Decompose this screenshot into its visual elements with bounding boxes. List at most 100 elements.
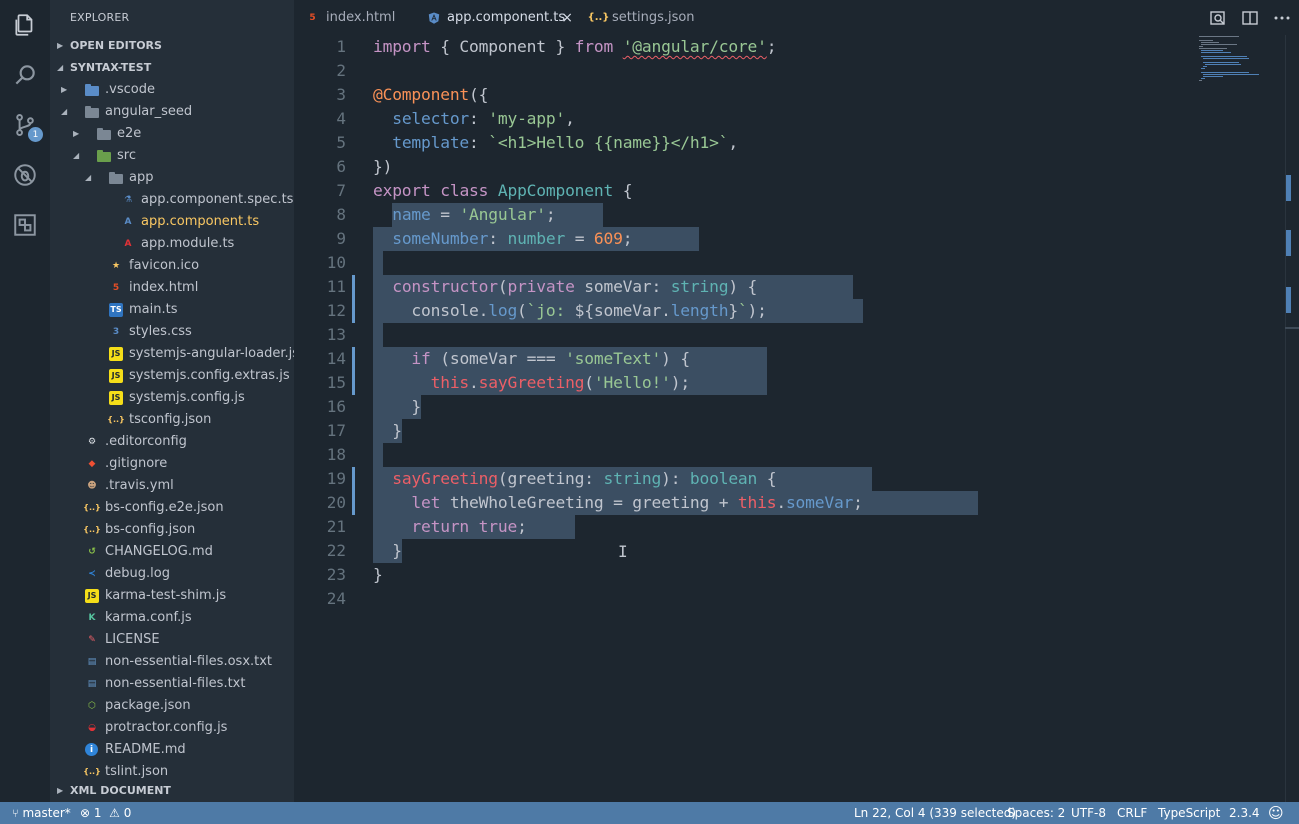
file-item[interactable]: ▤ non-essential-files.osx.txt [50, 651, 294, 673]
code-line[interactable]: someNumber: number = 609; [373, 227, 632, 251]
folder-green-icon [97, 149, 111, 163]
file-item[interactable]: {..} bs-config.json [50, 519, 294, 541]
tab-index-html[interactable]: 5 index.html [294, 0, 414, 35]
file-item[interactable]: ✎ LICENSE [50, 629, 294, 651]
file-item[interactable]: ☻ .travis.yml [50, 475, 294, 497]
indentation[interactable]: Spaces: 2 [1007, 802, 1065, 824]
file-item[interactable]: JS systemjs.config.js [50, 387, 294, 409]
code-token: sayGreeting [392, 469, 498, 488]
line-number: 10 [326, 253, 346, 272]
file-item[interactable]: ⚗ app.component.spec.ts [50, 189, 294, 211]
file-item[interactable]: ↺ CHANGELOG.md [50, 541, 294, 563]
code-line[interactable]: constructor(private someVar: string) { [373, 275, 757, 299]
tree-item-label: app [129, 170, 154, 185]
code-token: someVar: [574, 277, 671, 296]
file-item[interactable]: {..} bs-config.e2e.json [50, 497, 294, 519]
code-line[interactable]: template: `<h1>Hello {{name}}</h1>`, [373, 131, 738, 155]
chevron-right-icon: ▶ [73, 129, 80, 138]
code-line[interactable]: @Component({ [373, 83, 488, 107]
code-line[interactable]: this.sayGreeting('Hello!'); [373, 371, 691, 395]
code-line[interactable]: export class AppComponent { [373, 179, 633, 203]
code-line[interactable]: import { Component } from '@angular/core… [373, 35, 777, 59]
file-item[interactable]: 5 index.html [50, 277, 294, 299]
file-item[interactable]: TS main.ts [50, 299, 294, 321]
file-item[interactable]: JS karma-test-shim.js [50, 585, 294, 607]
extensions-icon[interactable] [0, 200, 50, 250]
warning-icon: ⚠ [105, 806, 120, 820]
code-token: ( [517, 301, 527, 320]
code-line[interactable]: } [373, 419, 402, 443]
file-item[interactable]: ⚙ .editorconfig [50, 431, 294, 453]
file-item[interactable]: 3 styles.css [50, 321, 294, 343]
open-preview-icon[interactable] [1209, 9, 1227, 27]
line-number: 23 [326, 565, 346, 584]
xml-document-section[interactable]: ▶ XML DOCUMENT [50, 780, 294, 802]
ts-version[interactable]: 2.3.4 [1229, 802, 1260, 824]
code-editor[interactable]: 1 2 3 4 5 6 7 8 9 10 11 12 13 14 15 16 17 18 19 20 21 22 23 24 … [294, 35, 1299, 802]
problems-indicator[interactable]: ⊗ 1 ⚠ 0 [80, 802, 131, 824]
code-token: ({ [469, 85, 489, 104]
code-line[interactable]: name = 'Angular'; [373, 203, 555, 227]
code-token: this [737, 493, 777, 512]
branch-indicator[interactable]: ⑂ master* [12, 802, 71, 824]
file-item[interactable]: JS systemjs-angular-loader.js [50, 343, 294, 365]
files-icon[interactable] [0, 0, 50, 50]
line-ending[interactable]: CRLF [1117, 802, 1147, 824]
more-actions-icon[interactable] [1273, 9, 1291, 27]
html5-icon: 5 [112, 283, 120, 293]
code-line[interactable]: if (someVar === 'someText') { [373, 347, 690, 371]
line-number: 14 [326, 349, 346, 368]
file-item[interactable]: ≺ debug.log [50, 563, 294, 585]
tree-item-label: tsconfig.json [129, 412, 212, 427]
file-item[interactable]: {..} tsconfig.json [50, 409, 294, 431]
split-editor-icon[interactable] [1241, 9, 1259, 27]
file-item[interactable]: Aapp.component.ts [50, 211, 294, 233]
code-line[interactable]: }) [373, 155, 392, 179]
file-item[interactable]: Kkarma.conf.js [50, 607, 294, 629]
folder-icon [109, 171, 123, 185]
source-control-icon[interactable]: 1 [0, 100, 50, 150]
file-item[interactable]: ⬡ package.json [50, 695, 294, 717]
folder-item[interactable]: ▶ .vscode [50, 79, 294, 101]
encoding[interactable]: UTF-8 [1071, 802, 1106, 824]
code-line[interactable]: return true; [373, 515, 526, 539]
code-line[interactable]: } [373, 395, 421, 419]
file-item[interactable]: JS systemjs.config.extras.js [50, 365, 294, 387]
file-item[interactable]: ◆ .gitignore [50, 453, 294, 475]
file-item[interactable]: ★ favicon.ico [50, 255, 294, 277]
status-bar: ⑂ master* ⊗ 1 ⚠ 0 Ln 22, Col 4 (339 sele… [0, 802, 1299, 824]
error-count: 1 [93, 806, 102, 820]
project-section[interactable]: ◢ SYNTAX-TEST [50, 57, 294, 79]
json-icon: {..} [83, 525, 101, 534]
open-editors-section[interactable]: ▶ OPEN EDITORS [50, 35, 294, 57]
feedback-smiley-icon[interactable]: ☺ [1268, 802, 1284, 824]
debug-icon[interactable] [0, 150, 50, 200]
language-mode[interactable]: TypeScript [1158, 802, 1220, 824]
code-line[interactable]: let theWholeGreeting = greeting + this.s… [373, 491, 863, 515]
file-item[interactable]: ▤ non-essential-files.txt [50, 673, 294, 695]
folder-item[interactable]: ◢ src [50, 145, 294, 167]
search-icon[interactable] [0, 50, 50, 100]
chevron-right-icon: ▶ [61, 85, 68, 94]
folder-item[interactable]: ◢ app [50, 167, 294, 189]
close-icon[interactable]: × [561, 0, 573, 36]
editor-scrollbar[interactable] [1285, 35, 1299, 802]
cursor-position[interactable]: Ln 22, Col 4 (339 selected) [854, 802, 1016, 824]
file-item[interactable]: Aapp.module.ts [50, 233, 294, 255]
code-line[interactable]: selector: 'my-app', [373, 107, 575, 131]
folder-item[interactable]: ◢ angular_seed [50, 101, 294, 123]
code-line[interactable]: console.log(`jo: ${someVar.length}`); [373, 299, 767, 323]
tab-app-component-ts[interactable]: app.component.ts × [415, 0, 579, 35]
code-token: import [373, 37, 431, 56]
folder-item[interactable]: ▶ e2e [50, 123, 294, 145]
code-line[interactable]: } [373, 563, 383, 587]
tree-item-label: bs-config.json [105, 522, 196, 537]
file-item[interactable]: ◒ protractor.config.js [50, 717, 294, 739]
code-line[interactable]: sayGreeting(greeting: string): boolean { [373, 467, 776, 491]
tab-settings-json[interactable]: {..} settings.json [580, 0, 710, 35]
file-item[interactable]: i README.md [50, 739, 294, 761]
minimap[interactable] [1199, 35, 1277, 802]
error-icon: ⊗ [80, 806, 91, 820]
code-line[interactable]: } [373, 539, 402, 563]
